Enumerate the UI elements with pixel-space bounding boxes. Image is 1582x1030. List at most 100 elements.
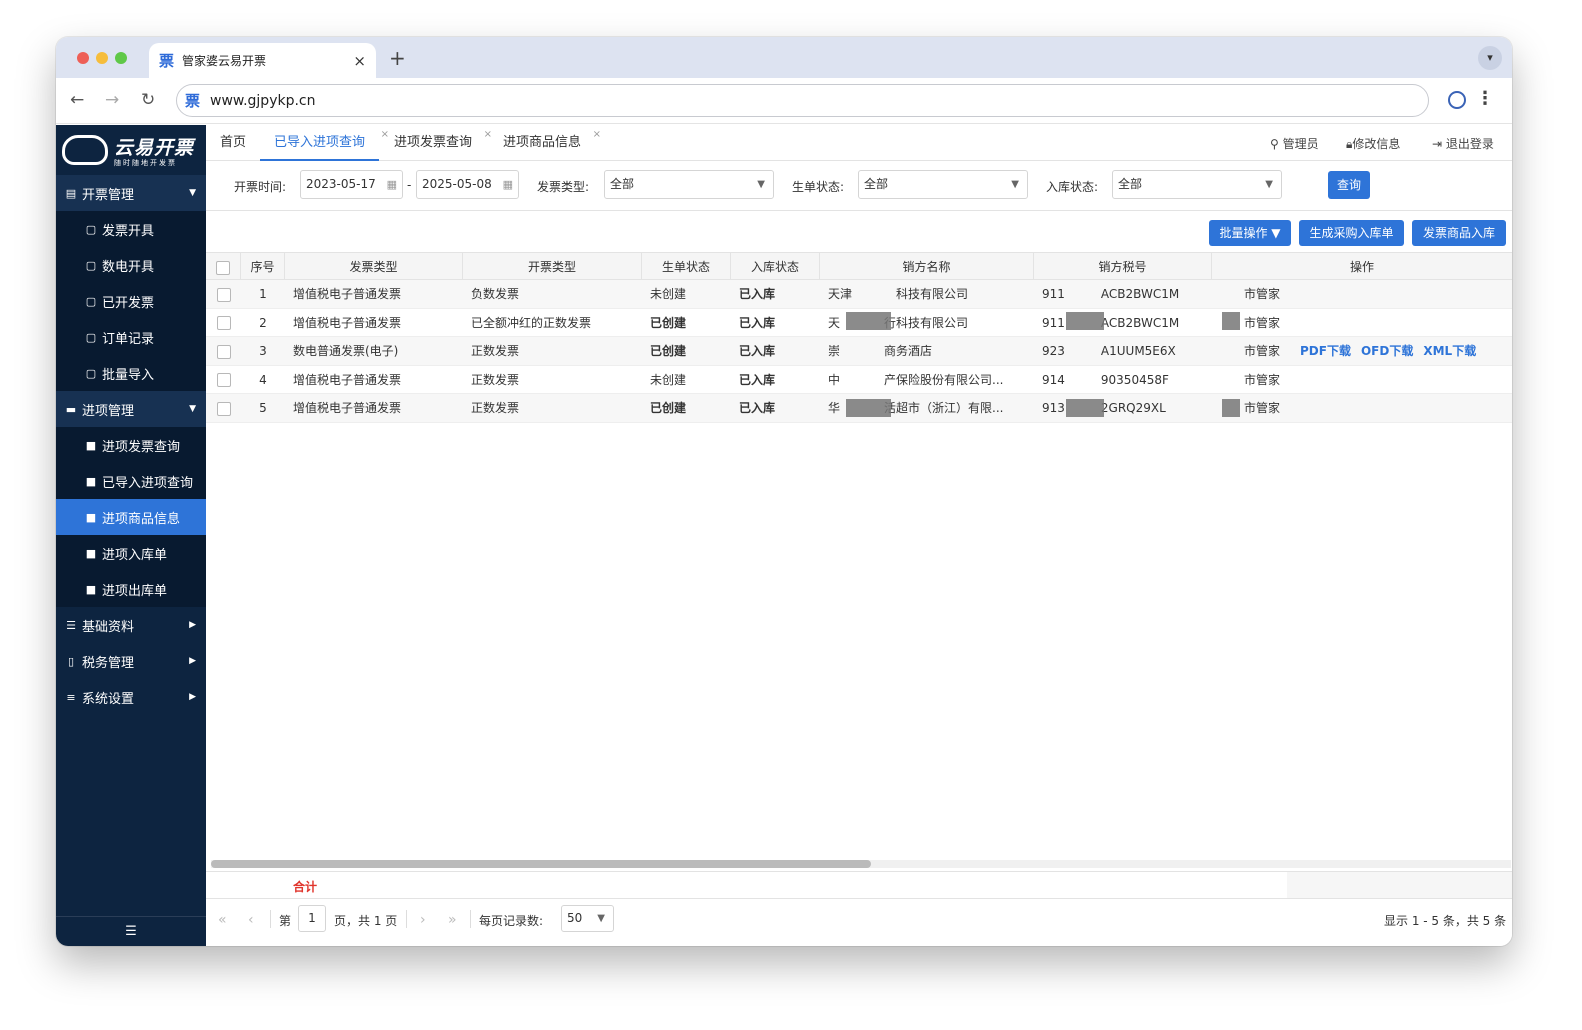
row-actions: 市管家 bbox=[1244, 315, 1281, 330]
forward-icon[interactable]: → bbox=[105, 90, 119, 110]
sidebar-group-tax[interactable]: ▯ 税务管理 ▶ bbox=[56, 643, 206, 679]
table-row[interactable]: 1 增值税电子普通发票 负数发票 未创建 已入库 天津 科技有限公司 911 ACB… bbox=[206, 280, 1512, 309]
xml-download-link[interactable]: XML下载 bbox=[1423, 344, 1476, 358]
sidebar-item-issued[interactable]: ▢ 已开发票 bbox=[56, 283, 206, 319]
table-row[interactable]: 4 增值税电子普通发票 正数发票 未创建 已入库 中产保险股份有限公司... 9… bbox=[206, 366, 1512, 395]
tab-input-goods[interactable]: 进项商品信息 × bbox=[503, 125, 601, 161]
sidebar-item-input-stock-in[interactable]: ■ 进项入库单 bbox=[56, 535, 206, 571]
stock-status-label: 入库状态: bbox=[1046, 180, 1099, 194]
table-row[interactable]: 3 数电普通发票(电子) 正数发票 已创建 已入库 崇商务酒店 923 A1UUM… bbox=[206, 337, 1512, 366]
file-icon: ▢ bbox=[85, 330, 97, 344]
invoice-menu-icon: ▤ bbox=[65, 186, 77, 200]
caret-down-icon: ▼ bbox=[189, 188, 196, 198]
row-seller-name: 中产保险股份有限公司... bbox=[828, 372, 1004, 387]
list-icon: ☰ bbox=[66, 618, 76, 632]
browser-window: 票 管家婆云易开票 × + ▾ ← → ↻ 票 www.gjpykp.cn ⋮ … bbox=[56, 37, 1512, 946]
dropdown-arrow-icon: ▼ bbox=[1011, 179, 1019, 190]
sidebar-item-input-stock-out[interactable]: ■ 进项出库单 bbox=[56, 571, 206, 607]
new-tab-button[interactable]: + bbox=[389, 46, 406, 70]
sidebar-item-imported-query[interactable]: ■ 已导入进项查询 bbox=[56, 463, 206, 499]
pdf-download-link[interactable]: PDF下载 bbox=[1300, 344, 1351, 358]
row-seller-tax: 923 A1UUM5E6X bbox=[1042, 344, 1176, 359]
sidebar-item-input-goods[interactable]: ■ 进项商品信息 bbox=[56, 499, 206, 535]
admin-link[interactable]: ⚲ 管理员 bbox=[1270, 135, 1319, 152]
date-to-field[interactable]: 2025-05-08 ▦ bbox=[416, 170, 519, 199]
query-button[interactable]: 查询 bbox=[1328, 171, 1370, 199]
page-prefix: 第 bbox=[279, 914, 292, 928]
caret-down-icon: ▼ bbox=[1271, 226, 1281, 240]
horizontal-scrollbar[interactable] bbox=[211, 860, 1511, 868]
sidebar-item-issue-invoice[interactable]: ▢ 发票开具 bbox=[56, 211, 206, 247]
row-order-status: 未创建 bbox=[650, 372, 687, 387]
row-stock-status: 已入库 bbox=[739, 287, 776, 301]
invoice-type-select[interactable]: 全部 ▼ bbox=[604, 170, 774, 199]
ofd-download-link[interactable]: OFD下载 bbox=[1361, 344, 1413, 358]
zoom-window-button[interactable] bbox=[115, 52, 127, 64]
sidebar-item-input-query[interactable]: ■ 进项发票查询 bbox=[56, 427, 206, 463]
row-bill-type: 已全额冲红的正数发票 bbox=[471, 315, 592, 330]
prev-page-icon[interactable]: ‹ bbox=[248, 912, 254, 928]
first-page-icon[interactable]: « bbox=[218, 912, 227, 928]
row-checkbox[interactable] bbox=[216, 373, 231, 388]
next-page-icon[interactable]: › bbox=[420, 912, 426, 928]
last-page-icon[interactable]: » bbox=[448, 912, 457, 928]
sidebar-item-digital-issue[interactable]: ▢ 数电开具 bbox=[56, 247, 206, 283]
close-tab-icon[interactable]: × bbox=[381, 117, 389, 153]
tab-list-icon[interactable]: ▾ bbox=[1478, 46, 1502, 70]
minimize-window-button[interactable] bbox=[96, 52, 108, 64]
sidebar-item-batch-import[interactable]: ▢ 批量导入 bbox=[56, 355, 206, 391]
collapse-sidebar-icon[interactable]: ☰ bbox=[56, 916, 206, 946]
caret-right-icon: ▶ bbox=[189, 692, 196, 702]
sidebar-group-basic[interactable]: ☰ 基础资料 ▶ bbox=[56, 607, 206, 643]
close-tab-icon[interactable]: × bbox=[353, 52, 366, 70]
sidebar-group-invoice[interactable]: ▤ 开票管理 ▼ bbox=[56, 175, 206, 211]
dropdown-arrow-icon: ▼ bbox=[1265, 179, 1273, 190]
tab-home[interactable]: 首页 bbox=[220, 125, 246, 161]
tab-imported-query[interactable]: 已导入进项查询 × bbox=[260, 125, 389, 161]
row-actions: 市管家 bbox=[1244, 287, 1281, 301]
sidebar-item-orders[interactable]: ▢ 订单记录 bbox=[56, 319, 206, 355]
invoice-goods-stock-button[interactable]: 发票商品入库 bbox=[1412, 220, 1506, 246]
caret-down-icon: ▼ bbox=[189, 404, 196, 414]
dropdown-arrow-icon: ▼ bbox=[597, 913, 605, 924]
row-order-status: 未创建 bbox=[650, 287, 687, 301]
back-icon[interactable]: ← bbox=[70, 90, 84, 110]
row-checkbox[interactable] bbox=[216, 316, 231, 331]
select-all-checkbox[interactable] bbox=[216, 260, 230, 275]
browser-tab[interactable]: 票 管家婆云易开票 × bbox=[149, 43, 376, 78]
close-tab-icon[interactable]: × bbox=[593, 117, 601, 153]
calendar-icon: ▦ bbox=[502, 178, 513, 191]
browser-menu-icon[interactable]: ⋮ bbox=[1476, 88, 1494, 109]
address-bar: ← → ↻ 票 www.gjpykp.cn ⋮ bbox=[56, 78, 1512, 124]
row-checkbox[interactable] bbox=[216, 344, 231, 359]
row-stock-status: 已入库 bbox=[739, 344, 776, 359]
close-tab-icon[interactable]: × bbox=[484, 117, 492, 153]
row-invoice-type: 增值税电子普通发票 bbox=[293, 287, 402, 301]
close-window-button[interactable] bbox=[77, 52, 89, 64]
row-checkbox[interactable] bbox=[216, 287, 231, 302]
edit-info-link[interactable]: 🔒︎修改信息 bbox=[1346, 135, 1400, 152]
record-count: 显示 1 - 5 条，共 5 条 bbox=[1384, 914, 1507, 928]
generate-purchase-button[interactable]: 生成采购入库单 bbox=[1299, 220, 1404, 246]
redaction-block bbox=[1066, 399, 1104, 417]
logout-link[interactable]: ⇥ 退出登录 bbox=[1432, 135, 1494, 152]
page-number-input[interactable]: 1 bbox=[298, 905, 326, 932]
row-bill-type: 正数发票 bbox=[471, 401, 520, 416]
sidebar-group-settings[interactable]: ≡ 系统设置 ▶ bbox=[56, 679, 206, 715]
pagination: « ‹ 第 1 页，共 1 页 › » 每页记录数: 50 ▼ 显示 1 - 5 … bbox=[206, 901, 1512, 937]
url-field[interactable]: 票 www.gjpykp.cn bbox=[176, 84, 1429, 117]
date-from-field[interactable]: 2023-05-17 ▦ bbox=[300, 170, 403, 199]
app-logo: 云易开票 随时随地开发票 bbox=[56, 125, 206, 175]
scrollbar-thumb[interactable] bbox=[211, 860, 871, 868]
tab-input-query[interactable]: 进项发票查询 × bbox=[394, 125, 492, 161]
col-seller-tax: 销方税号 bbox=[1034, 253, 1212, 281]
stock-status-select[interactable]: 全部 ▼ bbox=[1112, 170, 1282, 199]
order-status-select[interactable]: 全部 ▼ bbox=[858, 170, 1028, 199]
batch-actions-button[interactable]: 批量操作 ▼ bbox=[1209, 220, 1291, 246]
row-checkbox[interactable] bbox=[216, 401, 231, 416]
per-page-select[interactable]: 50 ▼ bbox=[561, 905, 614, 932]
row-seller-tax: 914 90350458F bbox=[1042, 372, 1169, 387]
profile-icon[interactable] bbox=[1448, 91, 1466, 109]
reload-icon[interactable]: ↻ bbox=[141, 90, 155, 110]
sidebar-group-input[interactable]: ▬ 进项管理 ▼ bbox=[56, 391, 206, 427]
